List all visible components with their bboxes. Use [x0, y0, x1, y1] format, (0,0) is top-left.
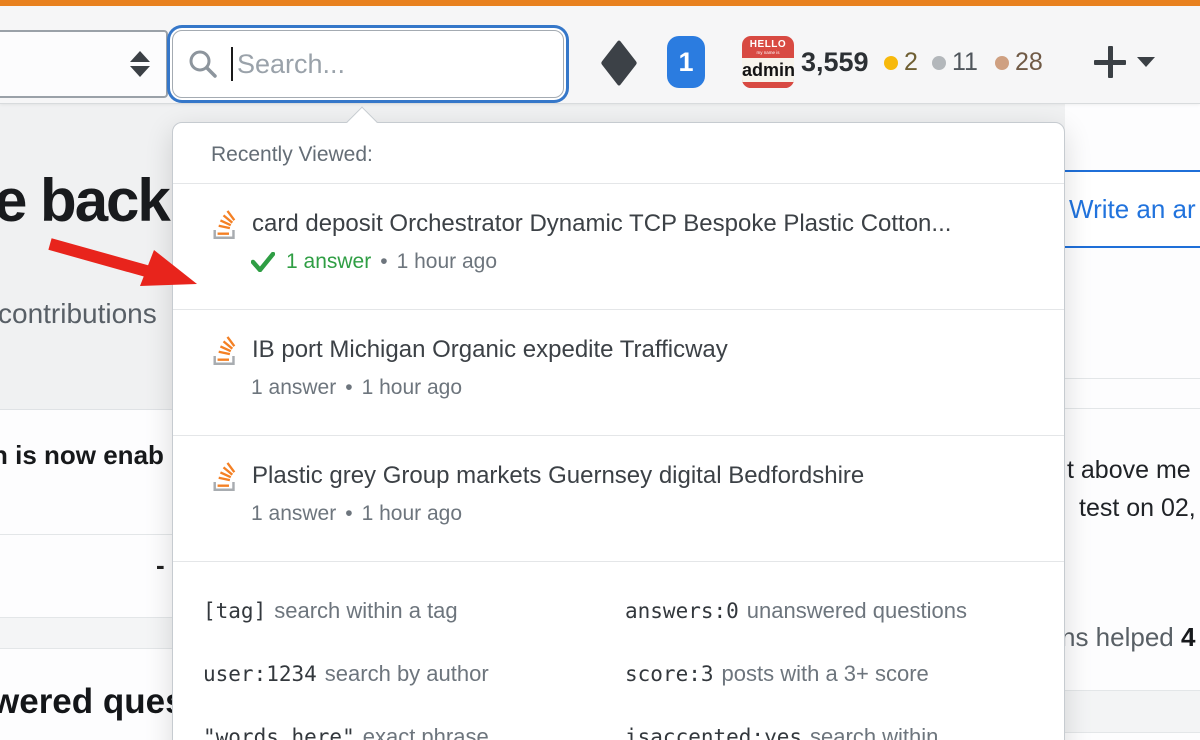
inbox-count-badge[interactable]: 1	[667, 36, 705, 88]
top-navigation-bar: Search... 1 HELLO my name is admin 3,559…	[0, 0, 1200, 104]
meta-separator: •	[345, 376, 352, 400]
chevron-down-icon	[1137, 57, 1155, 67]
search-tip: user:1234 search by author	[203, 661, 625, 687]
bronze-badge-count: 28	[1015, 48, 1043, 77]
question-title[interactable]: card deposit Orchestrator Dynamic TCP Be…	[252, 208, 951, 240]
section-band	[1065, 690, 1200, 733]
question-meta: 1 answer • 1 hour ago	[251, 376, 1026, 400]
right-page-fragment: Write an ar t above me test on 02, ns he…	[1065, 104, 1200, 740]
answer-count: 1 answer	[251, 502, 336, 526]
section-band	[0, 617, 172, 649]
gold-badge-count: 2	[904, 48, 918, 77]
gold-badge-icon	[884, 56, 898, 70]
tip-desc: search within	[810, 724, 938, 740]
avatar-greeting: HELLO	[742, 36, 794, 50]
stackoverflow-icon	[211, 460, 238, 491]
answered-check-icon	[251, 252, 275, 272]
silver-badge-icon	[932, 56, 946, 70]
recent-question-item[interactable]: IB port Michigan Organic expedite Traffi…	[173, 310, 1064, 436]
question-title[interactable]: IB port Michigan Organic expedite Traffi…	[252, 334, 728, 366]
question-meta: 1 answer • 1 hour ago	[251, 250, 1026, 274]
search-placeholder: Search...	[237, 49, 345, 80]
write-article-label: Write an ar	[1069, 194, 1196, 225]
tip-code: answers:0	[625, 599, 739, 623]
search-tip: [tag] search within a tag	[203, 598, 625, 624]
recently-viewed-header: Recently Viewed:	[173, 123, 1064, 184]
recent-question-item[interactable]: card deposit Orchestrator Dynamic TCP Be…	[173, 184, 1064, 310]
avatar-subtext: my name is	[742, 50, 794, 56]
tip-desc: search within a tag	[274, 598, 457, 623]
tip-desc: posts with a 3+ score	[722, 661, 929, 686]
search-tip: isaccented:yes search within	[625, 724, 1064, 740]
reputation-score[interactable]: 3,559	[801, 47, 869, 78]
note-text-fragment: t above me	[1067, 456, 1191, 485]
search-icon	[187, 48, 219, 80]
tip-desc: exact phrase	[363, 724, 489, 740]
answer-count: 1 answer	[251, 376, 336, 400]
moderator-diamond-icon[interactable]	[601, 39, 638, 86]
tip-code: [tag]	[203, 599, 266, 623]
search-tip: "words here" exact phrase	[203, 724, 625, 740]
text-cursor	[231, 47, 233, 81]
search-tips: [tag] search within a tag answers:0 unansw…	[173, 562, 1064, 740]
divider	[1065, 408, 1200, 409]
plus-icon	[1094, 46, 1126, 78]
avatar[interactable]: HELLO my name is admin	[742, 36, 794, 88]
question-age: 1 hour ago	[397, 250, 497, 274]
helped-text-fragment: ns helped 4	[1061, 622, 1195, 653]
tip-code: isaccented:yes	[625, 725, 802, 740]
divider	[0, 534, 172, 535]
create-new-menu[interactable]	[1094, 46, 1155, 78]
tip-code: user:1234	[203, 662, 317, 686]
stackoverflow-icon	[211, 208, 238, 239]
question-meta: 1 answer • 1 hour ago	[251, 502, 1026, 526]
inbox-count: 1	[678, 47, 693, 78]
divider	[1065, 378, 1200, 379]
welcome-heading-fragment: e back,	[0, 166, 183, 235]
search-tip: answers:0 unanswered questions	[625, 598, 1064, 624]
meta-separator: •	[345, 502, 352, 526]
avatar-name: admin	[742, 58, 794, 82]
note-text-fragment: test on 02,	[1079, 494, 1196, 523]
stackoverflow-icon	[211, 334, 238, 365]
search-scope-select[interactable]	[0, 30, 168, 98]
enabled-text-fragment: n is now enab	[0, 440, 164, 471]
tip-code: "words here"	[203, 725, 355, 740]
recent-question-item[interactable]: Plastic grey Group markets Guernsey digi…	[173, 436, 1064, 562]
silver-badge-group[interactable]: 11	[932, 48, 978, 77]
tip-desc: search by author	[325, 661, 489, 686]
search-tip: score:3 posts with a 3+ score	[625, 661, 1064, 687]
brand-accent-strip	[0, 0, 1200, 6]
dash-fragment: -	[156, 550, 165, 581]
write-article-button[interactable]: Write an ar	[1065, 170, 1200, 248]
tip-code: score:3	[625, 662, 714, 686]
red-arrow-annotation	[40, 228, 210, 300]
divider	[0, 409, 172, 410]
question-age: 1 hour ago	[362, 376, 462, 400]
bronze-badge-icon	[995, 56, 1009, 70]
gold-badge-group[interactable]: 2	[884, 48, 918, 77]
unanswered-heading-fragment: wered ques	[0, 682, 185, 722]
question-title[interactable]: Plastic grey Group markets Guernsey digi…	[252, 460, 864, 492]
contributions-label-fragment: contributions	[0, 298, 157, 330]
search-dropdown-panel: Recently Viewed: card deposit Orchestrat…	[172, 122, 1065, 740]
meta-separator: •	[380, 250, 387, 274]
search-input[interactable]: Search...	[172, 30, 564, 98]
question-age: 1 hour ago	[362, 502, 462, 526]
answer-count: 1 answer	[286, 250, 371, 274]
silver-badge-count: 11	[952, 48, 978, 77]
select-arrows-icon	[130, 51, 150, 77]
bronze-badge-group[interactable]: 28	[995, 48, 1043, 77]
tip-desc: unanswered questions	[747, 598, 967, 623]
